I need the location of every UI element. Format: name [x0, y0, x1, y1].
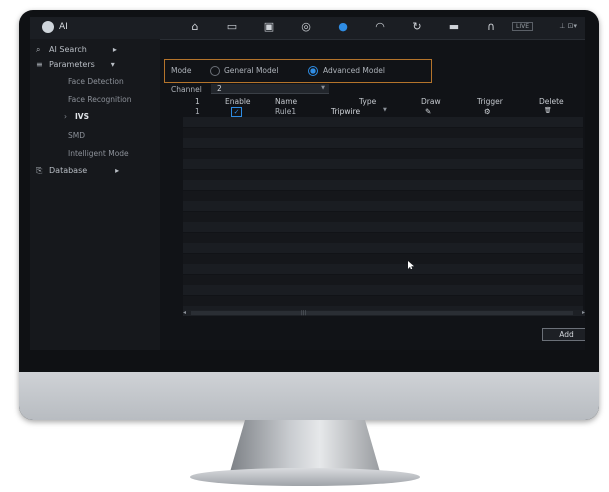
chevron-right-icon: ▸ — [112, 45, 117, 54]
delete-trash-icon[interactable]: 🗑 — [544, 107, 552, 114]
channel-select[interactable]: 2 ▼ — [211, 84, 329, 94]
table-row — [183, 148, 583, 159]
display-icon[interactable]: ▬ — [447, 20, 461, 34]
rule-type-value: Tripwire — [331, 107, 361, 116]
database-icon: ⎘ — [36, 166, 43, 175]
table-row — [183, 138, 583, 148]
sidebar-subitem-face-detection[interactable]: Face Detection — [68, 77, 124, 86]
table-row — [183, 169, 583, 180]
column-header-draw: Draw — [421, 97, 441, 106]
dvr-screen: AI ⌂ ▭ ▣ ◎ ● ◠ ↻ ▬ ∩ LIVE ⊥ ⊡▾ ⌕ AI Sear… — [30, 17, 585, 350]
table-row — [183, 117, 583, 127]
table-header: 1 Enable Name Type Draw Trigger Delete — [183, 97, 583, 106]
sidebar-subitem-smd[interactable]: SMD — [68, 131, 85, 140]
rule-name: Rule1 — [275, 107, 297, 116]
sidebar-item-parameters[interactable]: ≡ Parameters ▾ — [36, 60, 115, 69]
top-bar: AI ⌂ ▭ ▣ ◎ ● ◠ ↻ ▬ ∩ LIVE ⊥ ⊡▾ — [30, 17, 585, 40]
sidebar-item-label: AI Search — [49, 45, 87, 54]
playback-icon[interactable]: ▣ — [262, 20, 276, 34]
table-row — [183, 190, 583, 201]
chevron-down-icon: ▼ — [383, 107, 387, 113]
advanced-model-radio[interactable] — [308, 66, 318, 76]
scrollbar-thumb[interactable] — [191, 311, 573, 315]
table-row — [183, 201, 583, 211]
table-row — [183, 243, 583, 253]
monitor-stand-neck — [230, 420, 380, 472]
sidebar-item-label: Parameters — [49, 60, 95, 69]
speed-icon[interactable]: ◠ — [373, 20, 387, 34]
sidebar-subitem-face-recognition[interactable]: Face Recognition — [68, 95, 132, 104]
app-title: AI — [59, 22, 68, 32]
rules-table: 1 Enable Name Type Draw Trigger Delete 1… — [183, 97, 583, 317]
column-header-trigger: Trigger — [477, 97, 503, 106]
table-row — [183, 180, 583, 190]
headset-icon[interactable]: ∩ — [484, 20, 498, 34]
sidebar-subitem-ivs[interactable]: › IVS — [64, 112, 89, 121]
mode-label: Mode — [171, 66, 192, 75]
ai-icon[interactable]: ● — [336, 20, 350, 34]
rule-type-select[interactable]: Tripwire ▼ — [331, 107, 387, 116]
channel-label: Channel — [171, 85, 202, 94]
chevron-down-icon: ▼ — [321, 85, 325, 91]
monitor-stand-base — [190, 468, 420, 486]
main-menu-icons: ⌂ ▭ ▣ ◎ ● ◠ ↻ ▬ ∩ — [188, 20, 498, 34]
trigger-gear-icon[interactable]: ⚙ — [484, 107, 491, 116]
chevron-right-icon: ▸ — [115, 166, 120, 175]
monitor-frame: AI ⌂ ▭ ▣ ◎ ● ◠ ↻ ▬ ∩ LIVE ⊥ ⊡▾ ⌕ AI Sear… — [19, 10, 599, 420]
ai-logo-icon — [42, 21, 54, 33]
live-button[interactable]: LIVE — [511, 22, 533, 31]
chevron-down-icon: ▾ — [110, 60, 115, 69]
table-row — [183, 253, 583, 264]
column-header-enable: Enable — [225, 97, 251, 106]
advanced-model-label[interactable]: Advanced Model — [323, 66, 385, 75]
network-icon[interactable]: ◎ — [299, 20, 313, 34]
enable-checkbox[interactable]: ✓ — [231, 107, 242, 117]
sidebar-item-label: IVS — [75, 112, 89, 121]
home-icon[interactable]: ⌂ — [188, 20, 202, 34]
sidebar: ⌕ AI Search ▸ ≡ Parameters ▾ Face Detect… — [30, 39, 160, 350]
mode-highlight-box — [164, 59, 432, 83]
add-button[interactable]: Add — [542, 328, 585, 341]
table-row — [183, 264, 583, 274]
scrollbar-grip-icon: ||| — [301, 310, 307, 316]
general-model-label[interactable]: General Model — [224, 66, 278, 75]
scroll-left-arrow-icon[interactable]: ◂ — [183, 309, 186, 316]
column-header-index: 1 — [195, 97, 200, 106]
list-icon: ≡ — [36, 60, 43, 69]
search-icon: ⌕ — [36, 45, 41, 54]
table-row — [183, 232, 583, 243]
column-header-name: Name — [275, 97, 298, 106]
table-row — [183, 211, 583, 222]
horizontal-scrollbar[interactable]: ◂ ||| ▸ — [183, 309, 585, 316]
account-icons[interactable]: ⊥ ⊡▾ — [559, 22, 577, 30]
column-header-type: Type — [359, 97, 377, 106]
table-row — [183, 222, 583, 232]
table-row — [183, 285, 583, 295]
column-header-delete: Delete — [539, 97, 564, 106]
draw-icon[interactable]: ✎ — [425, 107, 431, 116]
table-row — [183, 295, 583, 306]
refresh-icon[interactable]: ↻ — [410, 20, 424, 34]
app-brand: AI — [42, 21, 68, 33]
general-model-radio[interactable] — [210, 66, 220, 76]
table-row[interactable]: 1 ✓ Rule1 Tripwire ▼ ✎ ⚙ 🗑 — [183, 107, 583, 117]
table-row — [183, 159, 583, 169]
channel-value: 2 — [217, 84, 222, 93]
sidebar-item-database[interactable]: ⎘ Database ▸ — [36, 166, 119, 175]
scroll-right-arrow-icon[interactable]: ▸ — [582, 309, 585, 316]
table-row — [183, 127, 583, 138]
monitor-chin — [19, 372, 599, 420]
monitor-icon[interactable]: ▭ — [225, 20, 239, 34]
table-row — [183, 274, 583, 285]
sidebar-subitem-intelligent-mode[interactable]: Intelligent Mode — [68, 149, 129, 158]
rule-index: 1 — [195, 107, 200, 116]
sidebar-item-label: Database — [49, 166, 88, 175]
chevron-right-icon: › — [64, 112, 67, 121]
sidebar-item-ai-search[interactable]: ⌕ AI Search ▸ — [36, 45, 117, 54]
